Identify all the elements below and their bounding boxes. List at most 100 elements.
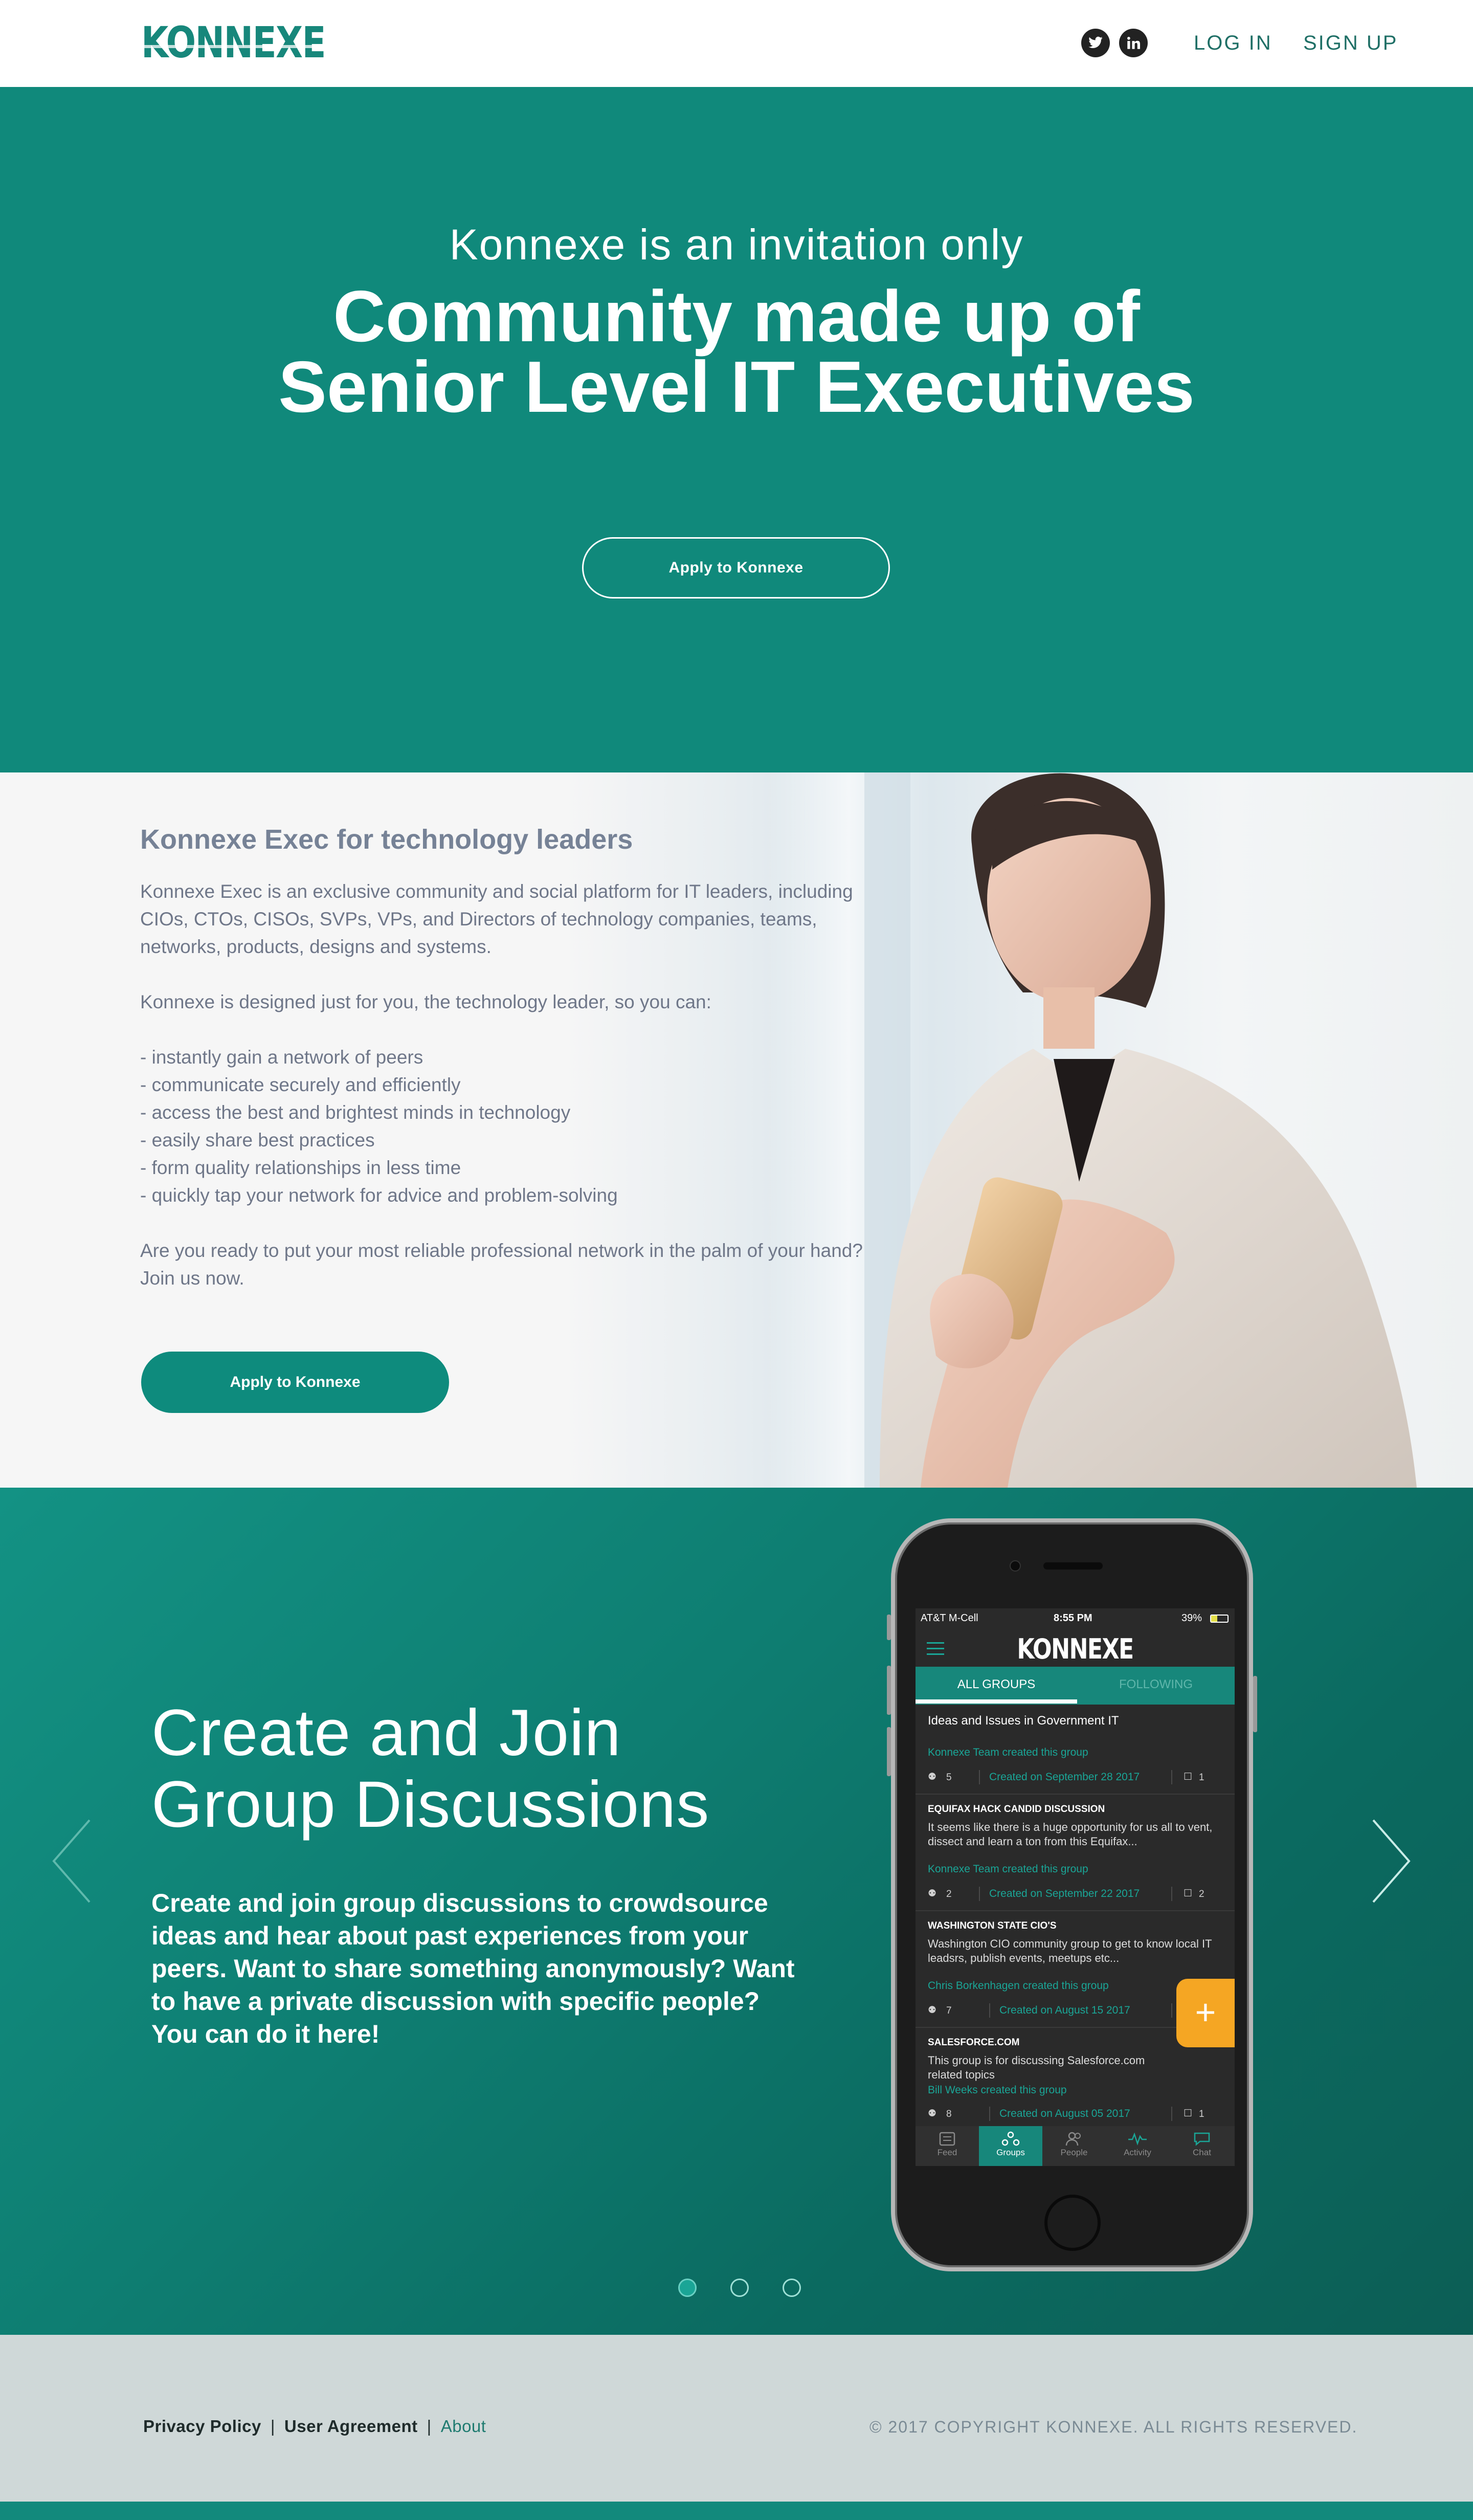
group-list-item[interactable]: EQUIFAX HACK CANDID DISCUSSION It seems … [916, 1795, 1235, 1911]
group-tabs: ALL GROUPS FOLLOWING [916, 1667, 1235, 1705]
group-creator: Konnexe Team created this group [928, 1863, 1088, 1875]
carousel-dot-1[interactable] [678, 2279, 697, 2297]
status-bar: AT&T M-Cell 8:55 PM 39% [916, 1608, 1235, 1629]
members-icon: ⚉ [928, 1772, 937, 1782]
linkedin-icon[interactable] [1119, 29, 1148, 57]
hero-title: Community made up of Senior Level IT Exe… [0, 280, 1473, 428]
hero-section: Konnexe is an invitation only Community … [0, 87, 1473, 772]
posts-icon: ☐ [1184, 1888, 1193, 1899]
tab-indicator [916, 1699, 1077, 1704]
carousel-dot-2[interactable] [730, 2279, 749, 2297]
konnexe-logo[interactable]: KONNEXE [141, 17, 326, 68]
bullet-item: - access the best and brightest minds in… [140, 1102, 571, 1123]
post-count: 1 [1199, 2109, 1204, 2119]
tab-label: Feed [937, 2148, 957, 2157]
tab-label: Chat [1193, 2148, 1211, 2157]
bottom-accent-bar [0, 2502, 1473, 2520]
groups-title-line2: Group Discussions [151, 1768, 710, 1841]
footer-separator: | [427, 2417, 432, 2436]
group-creator: Chris Borkenhagen created this group [928, 1980, 1109, 1992]
divider [1171, 2003, 1172, 2018]
phone-volume-down [887, 1727, 891, 1776]
bullet-item: - instantly gain a network of peers [140, 1047, 423, 1068]
group-meta: ⚉ 8 Created on August 05 2017 ☐ 1 [928, 2107, 1224, 2122]
exec-paragraph-2: Konnexe is designed just for you, the te… [140, 991, 711, 1012]
tab-label: People [1060, 2148, 1088, 2157]
exec-paragraph-3: Are you ready to put your most reliable … [140, 1240, 863, 1289]
tab-feed[interactable]: Feed [916, 2126, 979, 2166]
phone-volume-up [887, 1666, 891, 1715]
tab-activity[interactable]: Activity [1106, 2126, 1169, 2166]
footer-separator: | [270, 2417, 275, 2436]
hero-title-line2: Senior Level IT Executives [278, 346, 1195, 428]
menu-icon[interactable] [927, 1642, 944, 1655]
top-navbar: KONNEXE LOG IN SIGN UP [0, 0, 1473, 87]
clock: 8:55 PM [1054, 1612, 1092, 1624]
twitter-icon[interactable] [1081, 29, 1110, 57]
add-group-button[interactable]: + [1176, 1979, 1235, 2047]
tab-label: Activity [1124, 2148, 1151, 2157]
exec-title: Konnexe Exec for technology leaders [140, 824, 633, 855]
posts-icon: ☐ [1184, 2108, 1193, 2119]
members-icon: ⚉ [928, 2005, 937, 2016]
member-count: 7 [946, 2005, 952, 2016]
tab-all-groups[interactable]: ALL GROUPS [916, 1667, 1077, 1705]
members-icon: ⚉ [928, 1888, 937, 1899]
app-screen: AT&T M-Cell 8:55 PM 39% KONNEXE ALL GROU… [916, 1608, 1235, 2166]
carousel-dot-3[interactable] [783, 2279, 801, 2297]
groups-carousel-section: Create and Join Group Discussions Create… [0, 1488, 1473, 2335]
group-creator: Bill Weeks created this group [928, 2084, 1067, 2096]
carousel-next-arrow[interactable] [1366, 1815, 1417, 1907]
login-link[interactable]: LOG IN [1194, 29, 1273, 57]
divider [979, 1770, 980, 1784]
tab-chat[interactable]: Chat [1169, 2126, 1235, 2166]
divider [1171, 2107, 1172, 2121]
group-name: EQUIFAX HACK CANDID DISCUSSION [928, 1804, 1105, 1815]
post-count: 2 [1199, 1889, 1204, 1899]
tab-label: Groups [996, 2148, 1025, 2157]
divider [1171, 1770, 1172, 1784]
carousel-dots [678, 2279, 801, 2301]
members-icon: ⚉ [928, 2108, 937, 2119]
footer: Privacy Policy | User Agreement | About © 20… [0, 2335, 1473, 2502]
about-link[interactable]: About [441, 2417, 486, 2436]
created-date: Created on September 22 2017 [989, 1888, 1140, 1899]
tab-following[interactable]: FOLLOWING [1077, 1667, 1235, 1705]
group-creator: Konnexe Team created this group [928, 1747, 1088, 1758]
user-agreement-link[interactable]: User Agreement [284, 2417, 418, 2436]
member-count: 8 [946, 2109, 952, 2119]
exec-description: Konnexe Exec is an exclusive community a… [140, 878, 872, 1292]
group-description: Washington CIO community group to get to… [928, 1937, 1212, 1964]
member-count: 5 [946, 1772, 952, 1783]
group-description: It seems like there is a huge opportunit… [928, 1821, 1213, 1848]
copyright-text: © 2017 COPYRIGHT KONNEXE. ALL RIGHTS RES… [869, 2418, 1358, 2436]
phone-mute-button [887, 1615, 891, 1640]
tab-people[interactable]: People [1042, 2126, 1106, 2166]
group-name: Ideas and Issues in Government IT [928, 1714, 1119, 1728]
apply-button-hero[interactable]: Apply to Konnexe [582, 537, 890, 599]
carousel-prev-arrow[interactable] [46, 1815, 97, 1907]
created-date: Created on August 15 2017 [999, 2004, 1130, 2016]
exec-section: Konnexe Exec for technology leaders Konn… [0, 772, 1473, 1488]
logo-text: KONNEXE [141, 17, 326, 68]
posts-icon: ☐ [1184, 1772, 1193, 1782]
apply-button-exec[interactable]: Apply to Konnexe [141, 1352, 449, 1413]
app-header: KONNEXE [916, 1629, 1235, 1666]
group-meta: ⚉ 2 Created on September 22 2017 ☐ 2 [928, 1887, 1224, 1902]
group-meta: ⚉ 5 Created on September 28 2017 ☐ 1 [928, 1770, 1224, 1785]
created-date: Created on August 05 2017 [999, 2108, 1130, 2119]
post-count: 1 [1199, 1772, 1204, 1783]
signup-link[interactable]: SIGN UP [1303, 29, 1398, 57]
exec-paragraph-1: Konnexe Exec is an exclusive community a… [140, 881, 853, 957]
phone-home-button [1044, 2195, 1101, 2251]
group-list-item[interactable]: Ideas and Issues in Government IT Konnex… [916, 1705, 1235, 1795]
divider [979, 1887, 980, 1901]
bullet-item: - easily share best practices [140, 1130, 375, 1151]
bullet-item: - communicate securely and efficiently [140, 1074, 461, 1095]
tab-groups[interactable]: Groups [979, 2126, 1042, 2166]
privacy-policy-link[interactable]: Privacy Policy [143, 2417, 261, 2436]
battery-level: 39% [1181, 1612, 1202, 1624]
phone-power-button [1253, 1676, 1257, 1732]
